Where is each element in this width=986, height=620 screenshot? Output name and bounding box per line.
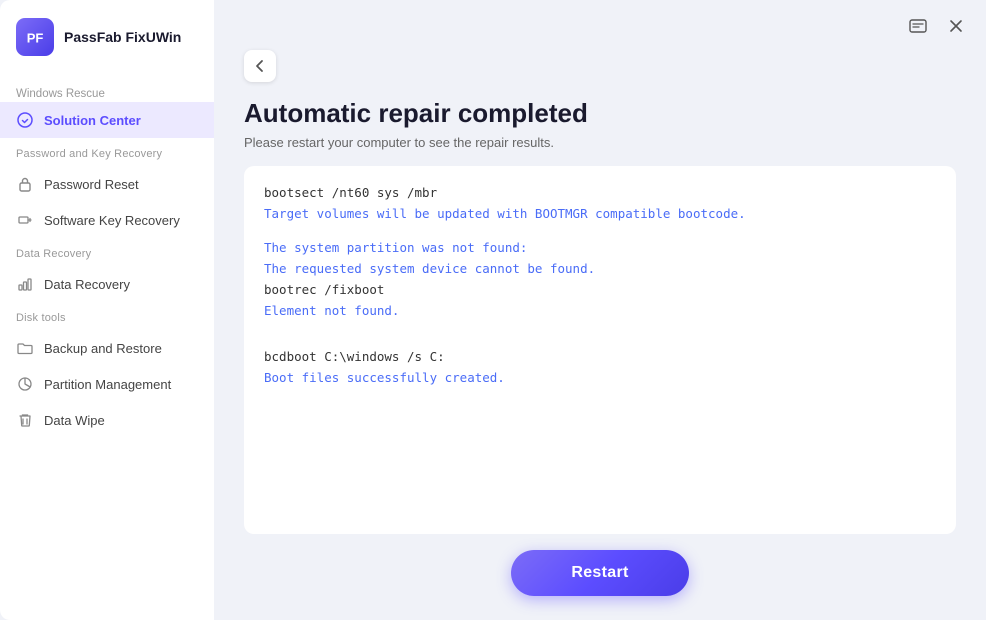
sidebar-item-data-wipe[interactable]: Data Wipe (0, 402, 214, 438)
log-line: Boot files successfully created. (264, 367, 936, 388)
pie-chart-icon (16, 375, 34, 393)
software-key-recovery-label: Software Key Recovery (44, 213, 180, 228)
sidebar: PF PassFab FixUWin Windows Rescue Soluti… (0, 0, 214, 620)
windows-rescue-label: Windows Rescue (0, 74, 214, 102)
sidebar-item-solution-center[interactable]: Solution Center (0, 102, 214, 138)
sidebar-item-software-key-recovery[interactable]: Software Key Recovery (0, 202, 214, 238)
page-subtitle: Please restart your computer to see the … (244, 135, 956, 150)
content-area: Automatic repair completed Please restar… (214, 40, 986, 620)
key-icon (16, 211, 34, 229)
solution-center-label: Solution Center (44, 113, 141, 128)
data-wipe-label: Data Wipe (44, 413, 105, 428)
partition-management-label: Partition Management (44, 377, 171, 392)
log-line: The system partition was not found: (264, 237, 936, 258)
log-line: Element not found. (264, 300, 936, 321)
sidebar-item-password-reset[interactable]: Password Reset (0, 166, 214, 202)
log-line: bcdboot C:\windows /s C: (264, 346, 936, 367)
title-bar (214, 0, 986, 40)
lock-icon (16, 175, 34, 193)
app-title: PassFab FixUWin (64, 29, 181, 46)
section-label-password: Password and Key Recovery (0, 138, 214, 166)
log-line: bootrec /fixboot (264, 279, 936, 300)
sidebar-item-backup-restore[interactable]: Backup and Restore (0, 330, 214, 366)
page-title: Automatic repair completed (244, 98, 956, 129)
app-window: PF PassFab FixUWin Windows Rescue Soluti… (0, 0, 986, 620)
log-line: The requested system device cannot be fo… (264, 258, 936, 279)
log-line: Target volumes will be updated with BOOT… (264, 203, 936, 224)
support-button[interactable] (904, 12, 932, 40)
svg-text:PF: PF (27, 31, 44, 46)
restart-button[interactable]: Restart (511, 550, 688, 596)
log-line: bootsect /nt60 sys /mbr (264, 182, 936, 203)
trash-icon (16, 411, 34, 429)
section-label-data-recovery: Data Recovery (0, 238, 214, 266)
main-content: Automatic repair completed Please restar… (214, 0, 986, 620)
bar-chart-icon (16, 275, 34, 293)
section-label-disk-tools: Disk tools (0, 302, 214, 330)
restart-button-area: Restart (244, 534, 956, 600)
app-logo-icon: PF (16, 18, 54, 56)
password-reset-label: Password Reset (44, 177, 139, 192)
data-recovery-label: Data Recovery (44, 277, 130, 292)
sidebar-item-data-recovery[interactable]: Data Recovery (0, 266, 214, 302)
sidebar-item-partition-management[interactable]: Partition Management (0, 366, 214, 402)
backup-restore-label: Backup and Restore (44, 341, 162, 356)
solution-center-icon (16, 111, 34, 129)
folder-icon (16, 339, 34, 357)
sidebar-header: PF PassFab FixUWin (0, 0, 214, 74)
back-button[interactable] (244, 50, 276, 82)
log-area: bootsect /nt60 sys /mbrTarget volumes wi… (244, 166, 956, 534)
close-button[interactable] (942, 12, 970, 40)
